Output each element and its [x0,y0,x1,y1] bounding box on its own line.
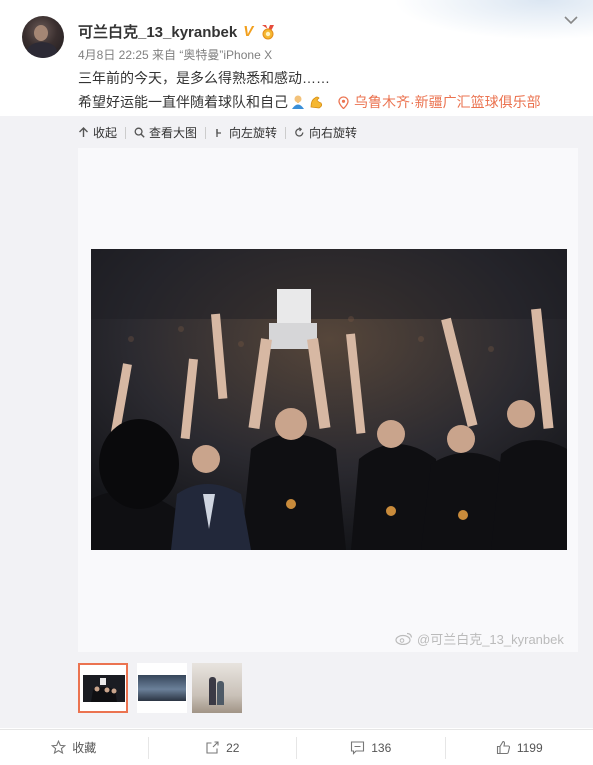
main-photo[interactable] [91,249,567,550]
rotate-left-label: 向左旋转 [229,126,278,140]
view-large-button[interactable]: 查看大图 [134,124,197,141]
post-text-line2: 希望好运能一直伴随着球队和自己 乌鲁木齐·新疆广汇篮球俱乐部 [78,92,541,112]
rotate-left-button[interactable]: 向左旋转 [214,124,277,141]
repost-button[interactable]: 22 [149,740,297,755]
praying-emoji-icon [292,95,304,109]
thumbnail-2[interactable] [137,663,187,713]
toolbar-divider [205,126,207,139]
image-toolbar: 收起 查看大图 向左旋转 向右旋转 [78,124,357,141]
avatar[interactable] [22,16,64,58]
star-icon [51,740,67,755]
rotate-right-icon [295,127,304,137]
user-row: 可兰白克_13_kyranbek V [78,21,277,42]
post-footer: 收藏 22 136 1199 [0,729,593,765]
comment-icon [351,741,365,755]
post-text-line2-text: 希望好运能一直伴随着球队和自己 [78,94,288,110]
rotate-left-icon [216,129,222,137]
image-watermark: @可兰白克_13_kyranbek [395,629,564,648]
rotate-right-button[interactable]: 向右旋转 [294,124,357,141]
toolbar-divider [125,126,127,139]
like-icon [496,740,510,755]
thumbnail-3[interactable] [192,663,242,713]
zoom-icon [134,127,145,138]
post-text-line1: 三年前的今天，是多么得熟悉和感动…… [78,70,330,86]
repost-icon [206,741,219,754]
view-large-label: 查看大图 [149,126,198,140]
comment-count: 136 [371,740,392,755]
username[interactable]: 可兰白克_13_kyranbek [78,21,237,42]
weibo-logo-icon [395,632,413,645]
verified-badge[interactable]: V [243,23,253,40]
favorite-label: 收藏 [72,741,97,755]
repost-count: 22 [226,740,240,755]
location-text: 乌鲁木齐·新疆广汇篮球俱乐部 [354,94,541,110]
post-meta: 4月8日 22:25 来自 “奥特曼”iPhone X [78,48,273,62]
collapse-button[interactable]: 收起 [78,124,117,141]
rotate-right-label: 向右旋转 [309,126,358,140]
toolbar-divider [285,126,287,139]
chevron-down-icon[interactable] [563,14,579,26]
thumbnail-1[interactable] [78,663,128,713]
like-button[interactable]: 1199 [446,740,593,755]
medal-icon[interactable] [259,24,277,40]
like-count: 1199 [516,740,543,755]
comment-button[interactable]: 136 [297,740,445,755]
watermark-text: @可兰白克_13_kyranbek [417,632,564,647]
location-pin-icon [338,95,349,109]
collapse-icon [79,127,88,137]
strong-arm-emoji-icon [310,96,323,109]
collapse-label: 收起 [93,126,118,140]
location-link[interactable]: 乌鲁木齐·新疆广汇篮球俱乐部 [338,92,541,112]
favorite-button[interactable]: 收藏 [0,739,148,756]
